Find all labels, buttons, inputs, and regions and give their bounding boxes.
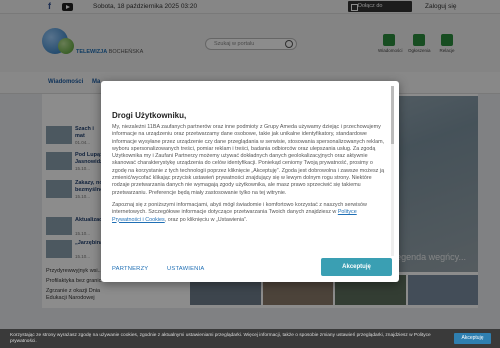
dialog-paragraph-text: Zapoznaj się z poniższymi informacjami, … bbox=[112, 201, 367, 216]
cookie-accept-button[interactable]: Akceptuję bbox=[454, 333, 491, 344]
dialog-body: My, niezależni 11BA zaufanych partnerów … bbox=[112, 124, 387, 256]
accept-button[interactable]: Akceptuję bbox=[321, 258, 392, 276]
dialog-paragraph: My, niezależni 11BA zaufanych partnerów … bbox=[112, 124, 385, 196]
dialog-paragraph-text: , oraz po kliknięciu w „Ustawienia”. bbox=[164, 216, 248, 223]
cookie-bar: Korzystając ze strony wyrażasz zgodę na … bbox=[0, 329, 500, 348]
dialog-paragraph: Zapoznaj się z poniższymi informacjami, … bbox=[112, 202, 387, 224]
scrollbar-thumb[interactable] bbox=[391, 86, 394, 144]
dialog-scrollbar[interactable] bbox=[391, 86, 394, 256]
settings-button[interactable]: USTAWIENIA bbox=[167, 266, 204, 272]
cookie-bar-text: Korzystając ze strony wyrażasz zgodę na … bbox=[10, 333, 431, 344]
dialog-title: Drogi Użytkowniku, bbox=[112, 111, 187, 120]
partners-button[interactable]: PARTNERZY bbox=[112, 266, 148, 272]
consent-dialog: Drogi Użytkowniku, My, niezależni 11BA z… bbox=[101, 81, 399, 282]
